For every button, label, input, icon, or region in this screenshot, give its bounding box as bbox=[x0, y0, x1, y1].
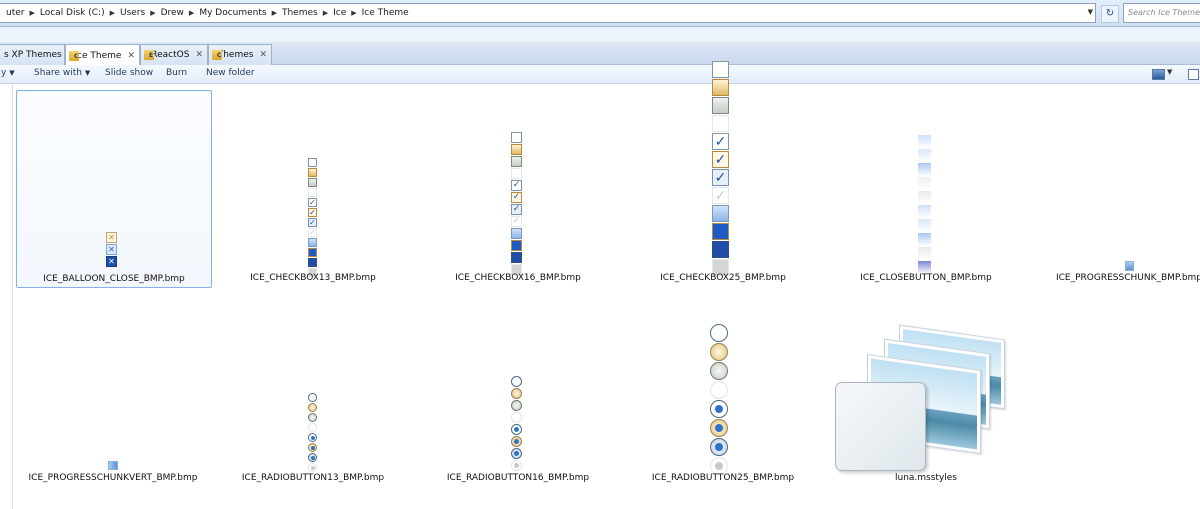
close-icon[interactable]: ✕ bbox=[127, 51, 135, 61]
thumbnail bbox=[918, 134, 931, 274]
address-bar: uter ▶ Local Disk (C:) ▶ Users ▶ Drew ▶ My D… bbox=[0, 0, 1200, 27]
close-icon[interactable]: ✕ bbox=[195, 50, 203, 60]
tab-label: ReactOS bbox=[151, 50, 190, 60]
breadcrumb-separator-icon[interactable]: ▶ bbox=[188, 9, 195, 17]
file-name: luna.msstyles bbox=[894, 473, 957, 483]
file-item-checkbox13[interactable]: ✓ ✓ ✓ ✓ ICE_CHECKBOX13_BMP.bmp bbox=[216, 90, 410, 286]
file-name: ICE_CHECKBOX16_BMP.bmp bbox=[455, 273, 581, 283]
folder-icon: E bbox=[144, 49, 154, 61]
address-dropdown-icon[interactable]: ▼ bbox=[1088, 8, 1093, 16]
file-name: ICE_CHECKBOX13_BMP.bmp bbox=[250, 273, 376, 283]
slide-show-button[interactable]: Slide show bbox=[105, 68, 153, 78]
folder-icon: C bbox=[69, 50, 79, 62]
breadcrumb-separator-icon[interactable]: ▶ bbox=[322, 9, 329, 17]
navigation-pane bbox=[0, 84, 13, 509]
thumbnail bbox=[108, 461, 118, 470]
tab-label: Themes bbox=[217, 50, 254, 60]
breadcrumb-separator-icon[interactable]: ▶ bbox=[271, 9, 278, 17]
breadcrumb: uter ▶ Local Disk (C:) ▶ Users ▶ Drew ▶ My D… bbox=[2, 4, 413, 22]
change-view-icon[interactable] bbox=[1152, 69, 1165, 80]
tab-reactos[interactable]: E ReactOS ✕ bbox=[140, 44, 208, 65]
breadcrumb-separator-icon[interactable]: ▶ bbox=[109, 9, 116, 17]
menu-band bbox=[0, 27, 1200, 42]
file-item-progresschunk[interactable]: ICE_PROGRESSCHUNK_BMP.bmp bbox=[1032, 90, 1200, 286]
file-name: ICE_RADIOBUTTON13_BMP.bmp bbox=[241, 473, 385, 483]
tab-bar: s XP Themes C Ice Theme ✕ E ReactOS ✕ C … bbox=[0, 42, 1200, 66]
breadcrumb-my-documents[interactable]: My Documents bbox=[195, 8, 270, 18]
command-bar: y ▼ Share with ▼ Slide show Burn New fol… bbox=[0, 65, 1200, 84]
breadcrumb-separator-icon[interactable]: ▶ bbox=[350, 9, 357, 17]
thumbnail bbox=[308, 392, 317, 472]
thumbnail bbox=[710, 323, 728, 475]
thumbnail bbox=[511, 375, 522, 471]
new-folder-button[interactable]: New folder bbox=[206, 68, 255, 78]
file-item-progresschunkvert[interactable]: ICE_PROGRESSCHUNKVERT_BMP.bmp bbox=[16, 290, 210, 486]
tab-ice-theme[interactable]: C Ice Theme ✕ bbox=[65, 44, 140, 66]
breadcrumb-themes[interactable]: Themes bbox=[278, 8, 322, 18]
file-item-closebutton[interactable]: ICE_CLOSEBUTTON_BMP.bmp bbox=[829, 90, 1023, 286]
breadcrumb-local-disk[interactable]: Local Disk (C:) bbox=[36, 8, 109, 18]
organize-button[interactable]: y ▼ bbox=[1, 68, 15, 78]
file-item-radio25[interactable]: ICE_RADIOBUTTON25_BMP.bmp bbox=[626, 290, 820, 486]
share-with-button[interactable]: Share with ▼ bbox=[34, 68, 90, 78]
burn-button[interactable]: Burn bbox=[166, 68, 187, 78]
msstyles-icon bbox=[829, 290, 1023, 471]
file-name: ICE_RADIOBUTTON25_BMP.bmp bbox=[651, 473, 795, 483]
breadcrumb-separator-icon[interactable]: ▶ bbox=[28, 9, 35, 17]
tab-themes[interactable]: C Themes ✕ bbox=[208, 44, 272, 65]
view-dropdown-icon[interactable]: ▼ bbox=[1167, 68, 1172, 76]
tab-label: Ice Theme bbox=[74, 50, 122, 61]
thumbnail: ✕ ✕ ✕ bbox=[106, 232, 117, 267]
refresh-icon[interactable]: ↻ bbox=[1101, 5, 1119, 23]
file-item-radio16[interactable]: ICE_RADIOBUTTON16_BMP.bmp bbox=[421, 290, 615, 486]
breadcrumb-drew[interactable]: Drew bbox=[157, 8, 188, 18]
file-item-luna-msstyles[interactable]: luna.msstyles bbox=[829, 290, 1023, 486]
breadcrumb-ice-theme[interactable]: Ice Theme bbox=[358, 8, 413, 18]
breadcrumb-ice[interactable]: Ice bbox=[329, 8, 350, 18]
tab-xp-themes[interactable]: s XP Themes bbox=[0, 44, 65, 65]
file-name: ICE_RADIOBUTTON16_BMP.bmp bbox=[446, 473, 590, 483]
file-name: ICE_PROGRESSCHUNKVERT_BMP.bmp bbox=[28, 473, 198, 483]
tab-label: s XP Themes bbox=[4, 50, 62, 60]
thumbnail: ✓ ✓ ✓ ✓ bbox=[511, 131, 522, 275]
file-item-checkbox16[interactable]: ✓ ✓ ✓ ✓ ICE_CHECKBOX16_BMP.bmp bbox=[421, 90, 615, 286]
breadcrumb-computer[interactable]: uter bbox=[2, 8, 28, 18]
search-input[interactable]: Search Ice Theme bbox=[1123, 3, 1200, 23]
close-icon[interactable]: ✕ bbox=[259, 50, 267, 60]
file-name: ICE_PROGRESSCHUNK_BMP.bmp bbox=[1055, 273, 1200, 283]
file-item-radio13[interactable]: ICE_RADIOBUTTON13_BMP.bmp bbox=[216, 290, 410, 486]
file-item-balloon-close[interactable]: ✕ ✕ ✕ ICE_BALLOON_CLOSE_BMP.bmp bbox=[16, 90, 212, 288]
breadcrumb-users[interactable]: Users bbox=[116, 8, 149, 18]
file-name: ICE_CHECKBOX25_BMP.bmp bbox=[660, 273, 786, 283]
file-name: ICE_BALLOON_CLOSE_BMP.bmp bbox=[43, 274, 185, 284]
thumbnail bbox=[1125, 261, 1134, 271]
file-name: ICE_CLOSEBUTTON_BMP.bmp bbox=[860, 273, 992, 283]
breadcrumb-separator-icon[interactable]: ▶ bbox=[149, 9, 156, 17]
file-item-checkbox25[interactable]: ✓ ✓ ✓ ✓ ICE_CHECKBOX25_BMP.bmp bbox=[626, 61, 820, 286]
thumbnail: ✓ ✓ ✓ ✓ bbox=[308, 157, 317, 277]
folder-icon: C bbox=[212, 49, 222, 61]
preview-pane-icon[interactable] bbox=[1188, 69, 1199, 80]
thumbnail: ✓ ✓ ✓ ✓ bbox=[712, 60, 729, 276]
address-field[interactable]: uter ▶ Local Disk (C:) ▶ Users ▶ Drew ▶ My D… bbox=[0, 3, 1096, 23]
